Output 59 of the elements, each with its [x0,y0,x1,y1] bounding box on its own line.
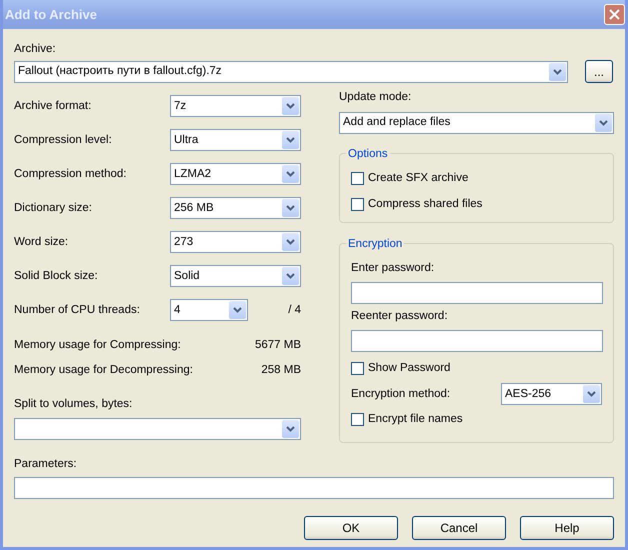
checkbox[interactable] [351,413,364,426]
chevron-down-icon [583,385,600,404]
field-label: Archive: [14,42,57,57]
checkbox-label: Compress shared files [368,196,482,212]
field-label: Reenter password: [351,308,449,324]
chevron-down-icon [229,301,246,320]
encryption-method-dropdown[interactable]: AES-256 [501,383,602,406]
close-icon [609,9,620,20]
field-label: Parameters: [14,456,78,472]
update-mode-dropdown[interactable]: Add and replace files [339,112,614,134]
checkbox-label: Encrypt file names [368,412,463,428]
checkbox[interactable] [351,198,364,211]
archive-path-dropdown[interactable]: Fallout (настроить пути в fallout.cfg).7z [14,60,568,83]
field-label: Update mode: [339,90,412,106]
checkbox-label: Create SFX archive [368,170,468,186]
field-label: Enter password: [351,260,436,276]
chevron-down-icon [282,97,299,116]
password-field[interactable] [351,330,603,352]
chevron-down-icon [282,165,299,184]
setting-label: Archive format: [14,98,92,114]
close-button[interactable] [604,4,625,25]
setting-label: Dictionary size: [14,200,93,216]
volume-size-dropdown[interactable] [14,418,301,440]
dropdown[interactable]: 4 [170,299,248,322]
checkbox-label: Show Password [368,361,450,376]
memory-label: Memory usage for Decompressing: [14,363,193,378]
memory-label: Memory usage for Compressing: [14,338,181,354]
dropdown[interactable]: Ultra [170,129,301,152]
setting-label: Compression level: [14,132,113,148]
chevron-down-icon [282,267,299,286]
dialog-button[interactable]: OK [304,516,398,540]
dropdown[interactable]: Solid [170,265,301,288]
memory-value: 258 MB [261,363,301,378]
dropdown[interactable]: 273 [170,231,301,254]
memory-value: 5677 MB [254,338,301,354]
field-label: Encryption method: [351,386,450,402]
dialog-button[interactable]: Help [520,516,614,540]
chevron-down-icon [282,420,299,438]
chevron-down-icon [282,199,299,218]
chevron-down-icon [549,62,566,81]
password-field[interactable] [351,282,603,304]
chevron-down-icon [595,114,612,132]
setting-label: Solid Block size: [14,268,99,284]
browse-button[interactable]: ... [585,60,613,84]
setting-label: Word size: [14,234,70,250]
dropdown[interactable]: 256 MB [170,197,301,220]
dropdown[interactable]: 7z [170,95,301,118]
chevron-down-icon [282,131,299,150]
thread-count: / 4 [288,302,301,318]
checkbox[interactable] [351,172,364,185]
dropdown[interactable]: LZMA2 [170,163,301,186]
setting-label: Compression method: [14,166,128,182]
window-title: Add to Archive [5,6,97,24]
setting-label: Number of CPU threads: [14,302,141,318]
dialog-button[interactable]: Cancel [412,516,506,540]
checkbox[interactable] [351,362,364,376]
chevron-down-icon [282,233,299,252]
field-label: Split to volumes, bytes: [14,397,134,412]
parameters-field[interactable] [14,476,614,499]
